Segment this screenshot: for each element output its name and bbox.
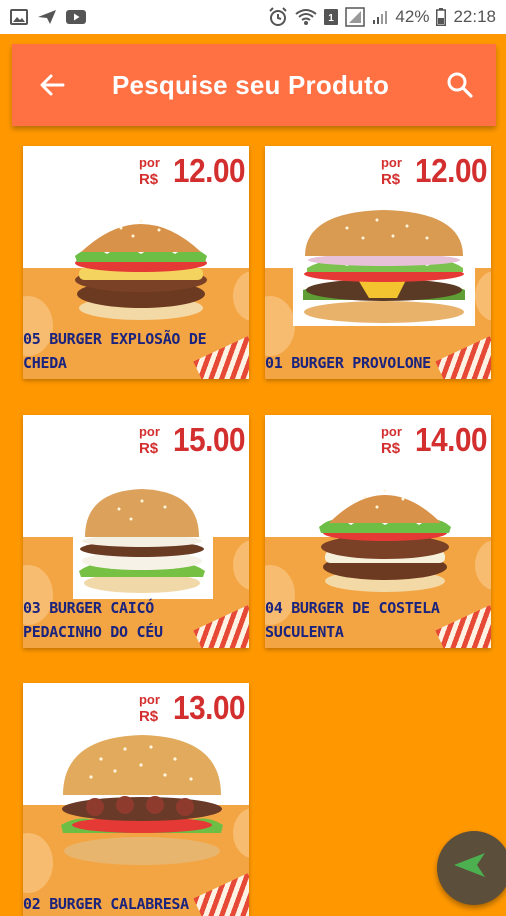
price-value: 13.00 bbox=[172, 689, 246, 726]
price-value: 14.00 bbox=[414, 421, 488, 458]
product-name: 02 BURGER CALABRESA ACEBOLADA bbox=[23, 895, 189, 913]
product-card[interactable]: por R$ 12.00 01 BURGER PROVOLONE bbox=[265, 146, 491, 379]
signal-icon bbox=[372, 9, 388, 25]
status-left-icons bbox=[10, 9, 86, 25]
price-por-label: por bbox=[138, 692, 160, 707]
search-button[interactable] bbox=[432, 57, 488, 113]
price-tag: por R$ 15.00 bbox=[138, 421, 246, 458]
product-name: 05 BURGER EXPLOSÃO DE CHEDA bbox=[23, 330, 207, 372]
alarm-icon bbox=[268, 7, 288, 27]
product-card[interactable]: por R$ 15.00 03 BURGER CAICÓ PEDACINHO DO… bbox=[23, 415, 249, 648]
status-right-icons: 1 42% 22:18 bbox=[268, 7, 496, 27]
product-card[interactable]: porR$ 13.00 02 BURGER CALABRESA ACEBOLAD… bbox=[23, 683, 249, 916]
back-button[interactable] bbox=[24, 57, 80, 113]
product-name: 03 BURGER CAICÓ PEDACINHO DO CÉU bbox=[23, 599, 163, 641]
battery-percent: 42% bbox=[395, 7, 430, 26]
burger-image bbox=[303, 210, 465, 323]
page-title: Pesquise seu Produto bbox=[112, 69, 390, 100]
clock: 22:18 bbox=[453, 7, 496, 26]
price-tag: por R$ 14.00 bbox=[380, 421, 488, 458]
image-icon bbox=[10, 9, 28, 25]
price-currency: R$ bbox=[138, 171, 159, 188]
app-bar: Pesquise seu Produto bbox=[12, 44, 496, 126]
price-por-label: por bbox=[138, 155, 160, 170]
signal-box-icon bbox=[345, 7, 366, 27]
price-por-label: por bbox=[138, 424, 160, 439]
wifi-icon bbox=[295, 8, 318, 26]
search-icon bbox=[447, 72, 473, 98]
product-name: 01 BURGER PROVOLONE bbox=[265, 354, 431, 372]
burger-image bbox=[75, 219, 207, 320]
arrow-left-icon bbox=[40, 74, 65, 96]
price-currency: R$ bbox=[380, 440, 401, 457]
price-por-label: por bbox=[380, 155, 402, 170]
product-card[interactable]: por R$ 14.00 04 BURGER DE COSTELA SUCULEN… bbox=[265, 415, 491, 648]
price-currency: R$ bbox=[138, 708, 159, 725]
send-order-button[interactable] bbox=[437, 831, 506, 905]
price-currency: R$ bbox=[138, 440, 159, 457]
price-value: 15.00 bbox=[172, 421, 246, 458]
price-por-label: por bbox=[380, 424, 402, 439]
burger-image bbox=[319, 489, 451, 592]
price-tag: por R$ 13.00 bbox=[138, 689, 246, 726]
status-bar: 1 42% 22:18 bbox=[0, 0, 506, 34]
youtube-icon bbox=[66, 10, 86, 24]
sim-icon: 1 bbox=[324, 9, 339, 25]
send-icon bbox=[454, 853, 485, 877]
price-value: 12.00 bbox=[172, 152, 246, 189]
battery-icon bbox=[436, 8, 447, 26]
product-card[interactable]: por R$ 12.00 05 BURGER EXPLOSÃO DE CHEDA bbox=[23, 146, 249, 379]
price-currency: R$ bbox=[380, 171, 401, 188]
svg-text:1: 1 bbox=[329, 13, 335, 24]
product-name: 04 BURGER DE COSTELA SUCULENTA bbox=[265, 599, 440, 641]
send-icon bbox=[37, 9, 57, 25]
burger-image bbox=[61, 735, 223, 865]
burger-image bbox=[79, 489, 205, 593]
price-tag: por R$ 12.00 bbox=[380, 152, 488, 189]
price-value: 12.00 bbox=[414, 152, 488, 189]
price-tag: por R$ 12.00 bbox=[138, 152, 246, 189]
